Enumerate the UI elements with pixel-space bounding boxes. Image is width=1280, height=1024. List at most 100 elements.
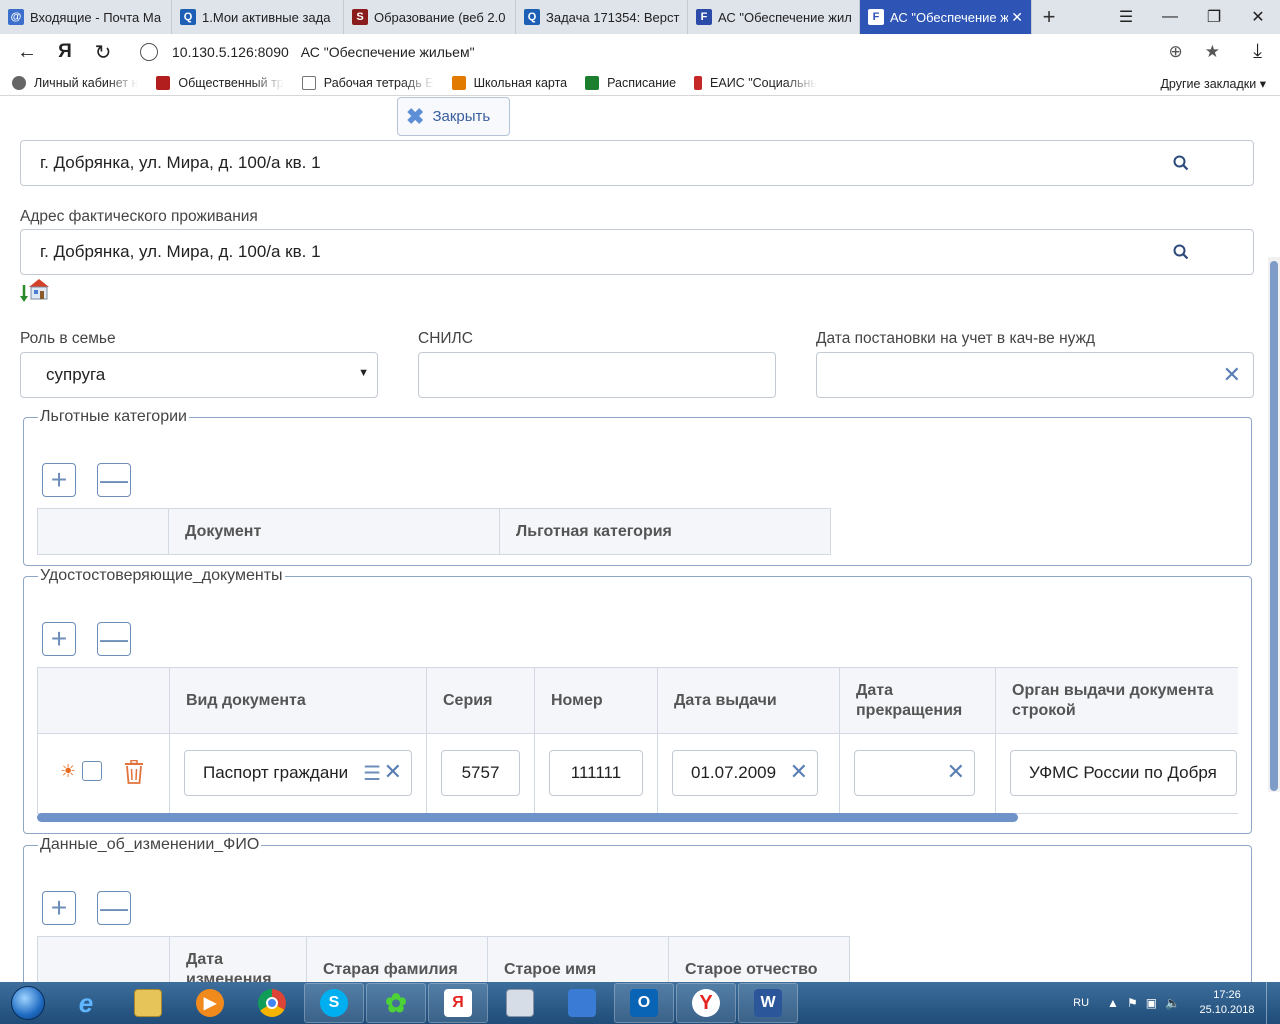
bookmark-item[interactable]: Рабочая тетрадь Е — [301, 75, 434, 90]
clear-icon[interactable]: ✕ — [1223, 364, 1241, 386]
status-sun-icon: ☀ — [60, 761, 77, 781]
reload-icon[interactable]: ↻ — [84, 40, 122, 65]
network-icon[interactable]: ▣ — [1146, 996, 1157, 1010]
taskbar-media[interactable]: ▶ — [180, 983, 240, 1023]
id-documents-title: Удостоcтоверяющие_документы — [38, 567, 285, 585]
issuer-value: УФМС России по Добря — [1029, 763, 1217, 782]
show-hidden-icons-icon[interactable]: ▲ — [1107, 996, 1119, 1010]
clear-icon[interactable]: ✕ — [384, 761, 402, 783]
doc-type-input[interactable]: Паспорт граждани ☰ ✕ — [184, 750, 412, 796]
bookmark-item[interactable]: Общественный тр — [156, 75, 284, 90]
taskbar-chrome[interactable] — [242, 983, 302, 1023]
trash-icon[interactable] — [124, 760, 144, 784]
download-icon[interactable]: ⤓ — [1253, 40, 1262, 63]
new-tab-button[interactable]: + — [1032, 0, 1066, 34]
clock[interactable]: 17:26 25.10.2018 — [1188, 988, 1266, 1019]
taskbar-word[interactable]: W — [738, 983, 798, 1023]
bookmark-icon — [156, 75, 171, 90]
url-field[interactable]: 10.130.5.126:8090 АС "Обеспечение жильем… — [140, 37, 1215, 67]
close-button[interactable]: ✖ Закрыть — [397, 97, 510, 136]
taskbar-outlook[interactable]: O — [614, 983, 674, 1023]
taskbar-yandex-browser[interactable]: Я — [428, 983, 488, 1023]
bookmark-item[interactable]: Расписание — [585, 75, 676, 90]
column-header[interactable]: Дата выдачи — [658, 668, 840, 733]
benefits-section: Льготные категории + — Документ Льготная… — [23, 408, 1252, 566]
column-header[interactable]: Дата прекращения — [840, 668, 996, 733]
column-header[interactable]: Старое отчество — [669, 937, 850, 982]
issuer-input[interactable]: УФМС России по Добря — [1010, 750, 1237, 796]
close-button-label: Закрыть — [432, 108, 491, 125]
tab-title: Образование (веб 2.0 — [374, 9, 506, 25]
end-date-input[interactable]: ✕ — [854, 750, 975, 796]
taskbar-yandex[interactable]: Y — [676, 983, 736, 1023]
tab-task-171354[interactable]: Q Задача 171354: Верст — [516, 0, 688, 34]
bookmark-item[interactable]: Личный кабинет н — [12, 75, 138, 90]
column-header[interactable]: Номер — [535, 668, 658, 733]
table-horizontal-scrollbar[interactable] — [37, 813, 1018, 822]
page-vertical-scrollbar[interactable] — [1268, 257, 1280, 792]
remove-row-button[interactable]: — — [97, 463, 131, 497]
start-button[interactable] — [0, 982, 56, 1024]
taskbar-remote-desktop[interactable] — [552, 983, 612, 1023]
search-icon[interactable] — [1173, 244, 1189, 260]
taskbar-calculator[interactable] — [490, 983, 550, 1023]
number-input[interactable]: 111111 — [549, 750, 643, 796]
language-indicator[interactable]: RU — [1073, 997, 1089, 1009]
taskbar-skype[interactable]: S — [304, 983, 364, 1023]
show-desktop-button[interactable] — [1266, 982, 1280, 1024]
restore-icon[interactable]: ❐ — [1192, 0, 1236, 34]
bookmark-star-icon[interactable]: ★ — [1205, 42, 1220, 62]
remove-row-button[interactable]: — — [97, 622, 131, 656]
add-row-button[interactable]: + — [42, 891, 76, 925]
add-row-button[interactable]: + — [42, 622, 76, 656]
clear-icon[interactable]: ✕ — [790, 761, 808, 783]
snils-input[interactable] — [418, 352, 776, 398]
back-icon[interactable]: ← — [8, 41, 46, 64]
taskbar-ie[interactable]: e — [56, 983, 116, 1023]
registration-address-field[interactable]: г. Добрянка, ул. Мира, д. 100/а кв. 1 — [20, 140, 1254, 186]
browser-menu-icon[interactable]: ☰ — [1104, 0, 1148, 34]
column-header[interactable]: Льготная категория — [500, 509, 831, 554]
issue-date-input[interactable]: 01.07.2009 ✕ — [672, 750, 818, 796]
taskbar-icq[interactable]: ✿ — [366, 983, 426, 1023]
column-header[interactable]: Орган выдачи документа строкой — [996, 668, 1239, 733]
series-input[interactable]: 5757 — [441, 750, 520, 796]
column-header[interactable]: Дата изменения — [170, 937, 307, 982]
zoom-icon[interactable]: ⊕ — [1169, 42, 1183, 62]
volume-icon[interactable]: 🔈 — [1165, 996, 1180, 1010]
tab-tasks[interactable]: Q 1.Мои активные зада — [172, 0, 344, 34]
tab-education[interactable]: S Образование (веб 2.0 — [344, 0, 516, 34]
bookmark-item[interactable]: Школьная карта — [451, 75, 568, 90]
add-row-button[interactable]: + — [42, 463, 76, 497]
action-center-flag-icon[interactable]: ⚑ — [1127, 996, 1138, 1010]
scrollbar-thumb[interactable] — [1270, 261, 1278, 791]
registration-date-input[interactable]: ✕ — [816, 352, 1254, 398]
copy-address-house-icon[interactable] — [20, 277, 50, 303]
tab-mail[interactable]: @ Входящие - Почта Ма — [0, 0, 172, 34]
bookmark-item[interactable]: ЕАИС "Социальнь — [694, 75, 817, 90]
column-header[interactable]: Старое имя — [488, 937, 669, 982]
row-checkbox[interactable] — [82, 761, 102, 781]
remove-row-button[interactable]: — — [97, 891, 131, 925]
tab-housing-1[interactable]: F АС "Обеспечение жил — [688, 0, 860, 34]
bookmark-label: Школьная карта — [473, 75, 568, 90]
actual-address-label: Адрес фактического проживания — [20, 208, 258, 225]
mail-favicon-icon: @ — [8, 9, 24, 25]
search-icon[interactable] — [1173, 155, 1189, 171]
list-lines-icon[interactable]: ☰ — [363, 761, 381, 786]
close-window-icon[interactable]: ✕ — [1236, 0, 1280, 34]
actual-address-field[interactable]: г. Добрянка, ул. Мира, д. 100/а кв. 1 — [20, 229, 1254, 275]
site-info-icon[interactable] — [140, 43, 158, 61]
column-header[interactable]: Документ — [169, 509, 500, 554]
column-header[interactable]: Серия — [427, 668, 535, 733]
tab-housing-active[interactable]: F АС "Обеспечение ж ✕ — [860, 0, 1032, 34]
other-bookmarks[interactable]: Другие закладки ▾ — [1160, 76, 1266, 91]
family-role-select[interactable]: супруга ▼ — [20, 352, 378, 398]
taskbar-explorer[interactable] — [118, 983, 178, 1023]
column-header[interactable]: Старая фамилия — [307, 937, 488, 982]
yandex-home-icon[interactable]: Я — [46, 41, 84, 63]
tab-close-icon[interactable]: ✕ — [1011, 9, 1023, 26]
clear-icon[interactable]: ✕ — [947, 761, 965, 783]
column-header[interactable]: Вид документа — [170, 668, 427, 733]
minimize-icon[interactable]: — — [1148, 0, 1192, 34]
